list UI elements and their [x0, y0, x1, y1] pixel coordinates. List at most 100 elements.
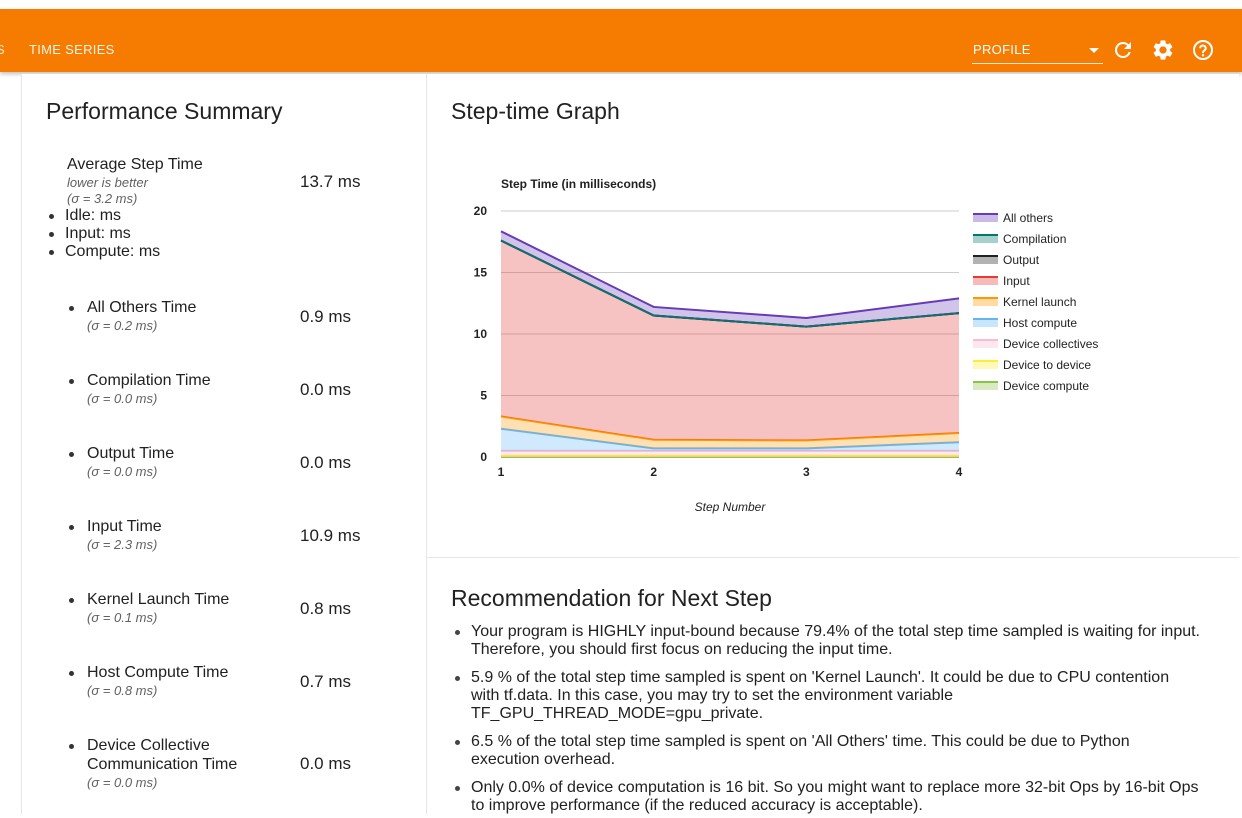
chart-xlabel: Step Number	[695, 500, 767, 514]
x-tick-label: 3	[803, 465, 810, 479]
recommendation-line: 5.9 % of the total step time sampled is …	[471, 669, 1170, 686]
input-time-label: Input Time	[87, 518, 162, 535]
average-step-time-label: Average Step Time	[67, 156, 203, 173]
bullet-dot	[49, 232, 54, 237]
device-collective-time-value: 0.0 ms	[300, 754, 352, 773]
y-tick-label: 5	[480, 389, 487, 403]
all-others-time-sigma: (σ = 0.2 ms)	[87, 318, 158, 333]
bullet-dot	[69, 306, 74, 311]
recommendation-item: 5.9 % of the total step time sampled is …	[455, 669, 1231, 723]
device-collective-time-label-line1: Device Collective	[87, 737, 210, 754]
kernel-launch-time-label: Kernel Launch Time	[87, 591, 230, 608]
x-tick-label: 2	[650, 465, 657, 479]
tool-select-dropdown[interactable]: PROFILE	[972, 39, 1103, 64]
step-time-graph-panel: Step-time Graph 0 5 10 15 20 1 2 3 4 All others Co…	[427, 74, 1239, 558]
recommendation-item: Only 0.0% of device computation is 16 bi…	[455, 779, 1231, 815]
tab-time-series[interactable]: TIME SERIES	[29, 42, 115, 57]
legend-swatch	[973, 319, 998, 327]
gear-icon[interactable]	[1151, 38, 1175, 62]
refresh-icon[interactable]	[1111, 38, 1135, 62]
output-time-label: Output Time	[87, 445, 175, 462]
legend-swatch	[973, 382, 998, 390]
bullet-dot	[455, 676, 460, 681]
x-tick-label: 4	[956, 465, 963, 479]
compilation-time-sigma: (σ = 0.0 ms)	[87, 391, 158, 406]
recommendation-line: Therefore, you should first focus on red…	[471, 641, 893, 658]
breakdown-input: Input: ms	[65, 225, 131, 242]
compilation-time-value: 0.0 ms	[300, 380, 352, 399]
kernel-launch-time-sigma: (σ = 0.1 ms)	[87, 610, 158, 625]
x-tick-label: 1	[498, 465, 505, 479]
legend-label: Host compute	[1003, 316, 1077, 330]
bullet-dot	[69, 525, 74, 530]
bullet-dot	[455, 630, 460, 635]
legend-swatch	[973, 298, 998, 306]
y-tick-label: 10	[474, 327, 488, 341]
help-circle-icon[interactable]	[1191, 38, 1215, 62]
kernel-launch-time-value: 0.8 ms	[300, 599, 352, 618]
input-time-sigma: (σ = 2.3 ms)	[87, 537, 158, 552]
bullet-dot	[455, 786, 460, 791]
input-time-value: 10.9 ms	[300, 526, 361, 545]
bullet-dot	[49, 250, 54, 255]
output-time-sigma: (σ = 0.0 ms)	[87, 464, 158, 479]
breakdown-idle: Idle: ms	[65, 207, 122, 224]
all-others-time-value: 0.9 ms	[300, 307, 352, 326]
recommendation-line: Your program is HIGHLY input-bound becau…	[471, 623, 1200, 640]
legend-label: Device to device	[1003, 358, 1091, 372]
legend-label: Compilation	[1003, 232, 1066, 246]
y-tick-label: 20	[474, 204, 488, 218]
average-step-time-value: 13.7 ms	[300, 172, 361, 191]
recommendation-item: 6.5 % of the total step time sampled is …	[455, 733, 1231, 769]
legend-swatch	[973, 214, 998, 222]
legend-label: Device compute	[1003, 379, 1089, 393]
legend-swatch	[973, 340, 998, 348]
bullet-dot	[69, 452, 74, 457]
bullet-dot	[69, 598, 74, 603]
recommendation-line: Only 0.0% of device computation is 16 bi…	[471, 779, 1199, 796]
bullet-dot	[69, 379, 74, 384]
legend-label: Kernel launch	[1003, 295, 1076, 309]
performance-summary-panel: Performance Summary Average Step Time lo…	[21, 74, 427, 814]
recommendation-title: Recommendation for Next Step	[451, 585, 772, 611]
device-collective-time-sigma: (σ = 0.0 ms)	[87, 775, 158, 790]
legend-swatch	[973, 235, 998, 243]
performance-summary-title: Performance Summary	[46, 98, 283, 124]
recommendation-line: with tf.data. In this case, you may try …	[471, 687, 954, 704]
breakdown-compute: Compute: ms	[65, 243, 161, 260]
tab-clipped[interactable]: S	[0, 42, 5, 57]
host-compute-time-value: 0.7 ms	[300, 672, 352, 691]
step-time-chart: 0 5 10 15 20 1 2 3 4 All others Compilation Output I…	[474, 177, 1099, 514]
recommendation-line: execution overhead.	[471, 751, 616, 768]
host-compute-time-sigma: (σ = 0.8 ms)	[87, 683, 158, 698]
bullet-dot	[455, 740, 460, 745]
top-app-bar: S TIME SERIES PROFILE	[0, 9, 1242, 72]
y-tick-label: 0	[480, 450, 487, 464]
recommendation-line: 6.5 % of the total step time sampled is …	[471, 733, 1130, 750]
bullet-dot	[49, 214, 54, 219]
output-time-value: 0.0 ms	[300, 453, 352, 472]
legend-label: Input	[1003, 274, 1030, 288]
y-tick-label: 15	[474, 266, 488, 280]
recommendation-item: Your program is HIGHLY input-bound becau…	[455, 623, 1231, 659]
compilation-time-label: Compilation Time	[87, 372, 211, 389]
average-step-time-sigma: (σ = 3.2 ms)	[67, 191, 138, 206]
legend-label: Output	[1003, 253, 1040, 267]
bullet-dot	[69, 671, 74, 676]
legend-swatch	[973, 256, 998, 264]
recommendation-line: to improve performance (if the reduced a…	[471, 797, 923, 814]
recommendation-panel: Recommendation for Next Step Your progra…	[427, 558, 1239, 818]
chevron-down-icon	[1089, 48, 1099, 53]
legend-swatch	[973, 361, 998, 369]
legend-swatch	[973, 277, 998, 285]
bullet-dot	[69, 744, 74, 749]
average-step-time-hint: lower is better	[67, 175, 148, 190]
chart-title: Step Time (in milliseconds)	[501, 177, 656, 191]
legend-label: Device collectives	[1003, 337, 1098, 351]
device-collective-time-label-line2: Communication Time	[87, 756, 238, 773]
legend-label: All others	[1003, 211, 1053, 225]
all-others-time-label: All Others Time	[87, 299, 197, 316]
tool-select-value: PROFILE	[973, 42, 1031, 57]
recommendation-line: TF_GPU_THREAD_MODE=gpu_private.	[471, 705, 764, 722]
host-compute-time-label: Host Compute Time	[87, 664, 229, 681]
